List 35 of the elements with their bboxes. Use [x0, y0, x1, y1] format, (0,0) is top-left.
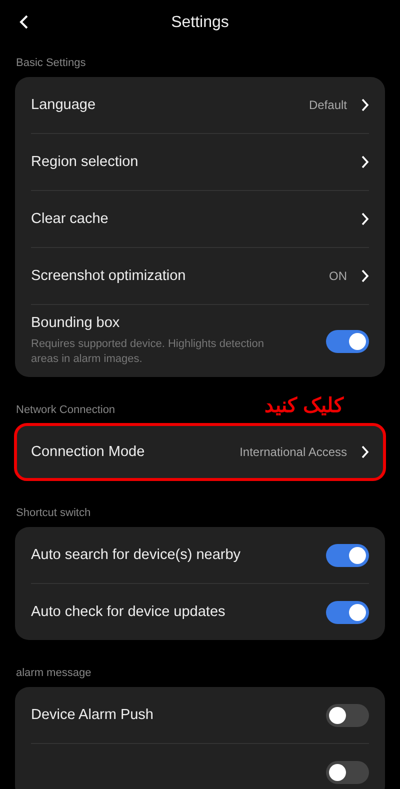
toggle-switch[interactable]	[326, 600, 369, 624]
row-label: Device Alarm Push	[31, 707, 154, 723]
row-label: Auto search for device(s) nearby	[31, 547, 242, 563]
row-label: Connection Mode	[31, 444, 146, 460]
toggle-switch[interactable]	[326, 544, 369, 566]
annotation-text: کلیک کنید	[264, 396, 344, 416]
row-label: Region selection	[31, 154, 140, 170]
settings-row[interactable]: Language Default	[31, 77, 369, 133]
back-icon	[18, 14, 30, 30]
toggle-switch[interactable]	[326, 330, 369, 352]
settings-row[interactable]: Clear cache	[31, 191, 369, 247]
settings-row[interactable]: Connection Mode International Access	[31, 424, 369, 480]
toggle-switch[interactable]	[326, 760, 369, 784]
row-value: Default	[308, 98, 347, 112]
section-title: Network Connection	[16, 404, 116, 416]
settings-row[interactable]: Screenshot optimization ON	[31, 248, 369, 304]
section-title: Shortcut switch	[16, 507, 91, 519]
chevron-icon	[361, 155, 369, 169]
row-label: Bounding box	[31, 315, 121, 331]
row-label: Auto check for device updates	[31, 604, 226, 620]
toggle-switch[interactable]	[326, 704, 369, 726]
row-value: International Access	[240, 445, 347, 459]
chevron-icon	[361, 269, 369, 283]
chevron-icon	[361, 212, 369, 226]
row-description: Requires supported device. Highlights detection areas in alarm images.	[31, 337, 265, 367]
section-title: Basic Settings	[16, 57, 86, 69]
row-label: Clear cache	[31, 211, 110, 227]
row-value: ON	[329, 269, 347, 283]
chevron-icon	[361, 98, 369, 112]
row-label: Language	[31, 97, 97, 113]
chevron-icon	[361, 445, 369, 459]
row-label: Screenshot optimization	[31, 268, 187, 284]
settings-row[interactable]: Region selection	[31, 134, 369, 190]
screen-title: Settings	[171, 14, 229, 32]
section-title: alarm message	[16, 667, 92, 679]
